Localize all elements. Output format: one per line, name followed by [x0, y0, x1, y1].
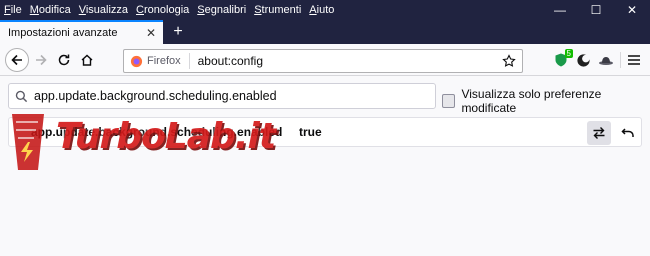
reload-button[interactable]	[52, 48, 76, 72]
show-modified-checkbox[interactable]	[442, 94, 456, 108]
toolbar-separator	[620, 52, 621, 68]
arrow-right-icon	[36, 54, 47, 66]
identity-box[interactable]: Firefox	[124, 53, 190, 69]
search-value: app.update.background.scheduling.enabled	[34, 89, 277, 103]
moon-icon	[576, 53, 590, 67]
back-button[interactable]	[5, 48, 29, 72]
window-controls: — ☐ ✕	[542, 0, 650, 20]
tab-close-icon[interactable]: ✕	[143, 25, 159, 41]
menu: File Modifica Visualizza Cronologia Segn…	[0, 0, 342, 20]
darkmode-extension-button[interactable]	[573, 50, 593, 70]
reload-icon	[58, 54, 70, 66]
home-button[interactable]	[75, 48, 99, 72]
tab-strip: Impostazioni avanzate ✕ +	[0, 20, 650, 44]
home-icon	[81, 54, 93, 66]
identity-label: Firefox	[147, 55, 181, 67]
preference-value: true	[299, 125, 322, 139]
show-modified-toggle[interactable]: Visualizza solo preferenze modificate	[442, 87, 650, 115]
menu-visualizza[interactable]: Visualizza	[79, 4, 128, 16]
firefox-icon	[130, 55, 143, 67]
menu-strumenti[interactable]: Strumenti	[254, 4, 301, 16]
url-bar[interactable]: Firefox about:config	[123, 49, 523, 73]
menu-segnalibri[interactable]: Segnalibri	[197, 4, 246, 16]
maximize-button[interactable]: ☐	[578, 0, 614, 20]
hamburger-icon	[628, 55, 640, 65]
menu-modifica[interactable]: Modifica	[30, 4, 71, 16]
url-text[interactable]: about:config	[198, 54, 500, 68]
toggle-arrows-icon	[593, 127, 605, 139]
close-window-button[interactable]: ✕	[614, 0, 650, 20]
tab-active[interactable]: Impostazioni avanzate ✕	[0, 20, 163, 44]
bookmark-star-icon[interactable]	[500, 54, 518, 68]
menu-bar: File Modifica Visualizza Cronologia Segn…	[0, 0, 650, 20]
vpn-extension-button[interactable]	[596, 50, 616, 70]
undo-icon	[621, 128, 634, 137]
hat-icon	[599, 57, 613, 65]
reset-button[interactable]	[616, 121, 640, 145]
hamburger-menu-button[interactable]	[624, 50, 644, 70]
turbolab-logo-icon	[12, 114, 44, 170]
nav-bar: Firefox about:config 5	[0, 44, 650, 76]
search-input[interactable]: app.update.background.scheduling.enabled	[8, 83, 436, 109]
minimize-button[interactable]: —	[542, 0, 578, 20]
watermark-text: TurboLab.it	[56, 116, 276, 157]
toggle-button[interactable]	[587, 121, 611, 145]
turbolab-watermark: TurboLab.it	[2, 112, 276, 172]
show-modified-label: Visualizza solo preferenze modificate	[461, 87, 602, 115]
extension-badge: 5	[564, 49, 573, 58]
new-tab-button[interactable]: +	[168, 22, 188, 42]
ublock-extension-button[interactable]: 5	[551, 49, 573, 70]
menu-file[interactable]: File	[4, 4, 22, 16]
tab-title: Impostazioni avanzate	[8, 27, 118, 39]
forward-button[interactable]	[29, 48, 53, 72]
menu-aiuto[interactable]: Aiuto	[309, 4, 334, 16]
arrow-left-icon	[11, 54, 22, 66]
menu-cronologia[interactable]: Cronologia	[136, 4, 189, 16]
search-icon	[15, 90, 28, 102]
